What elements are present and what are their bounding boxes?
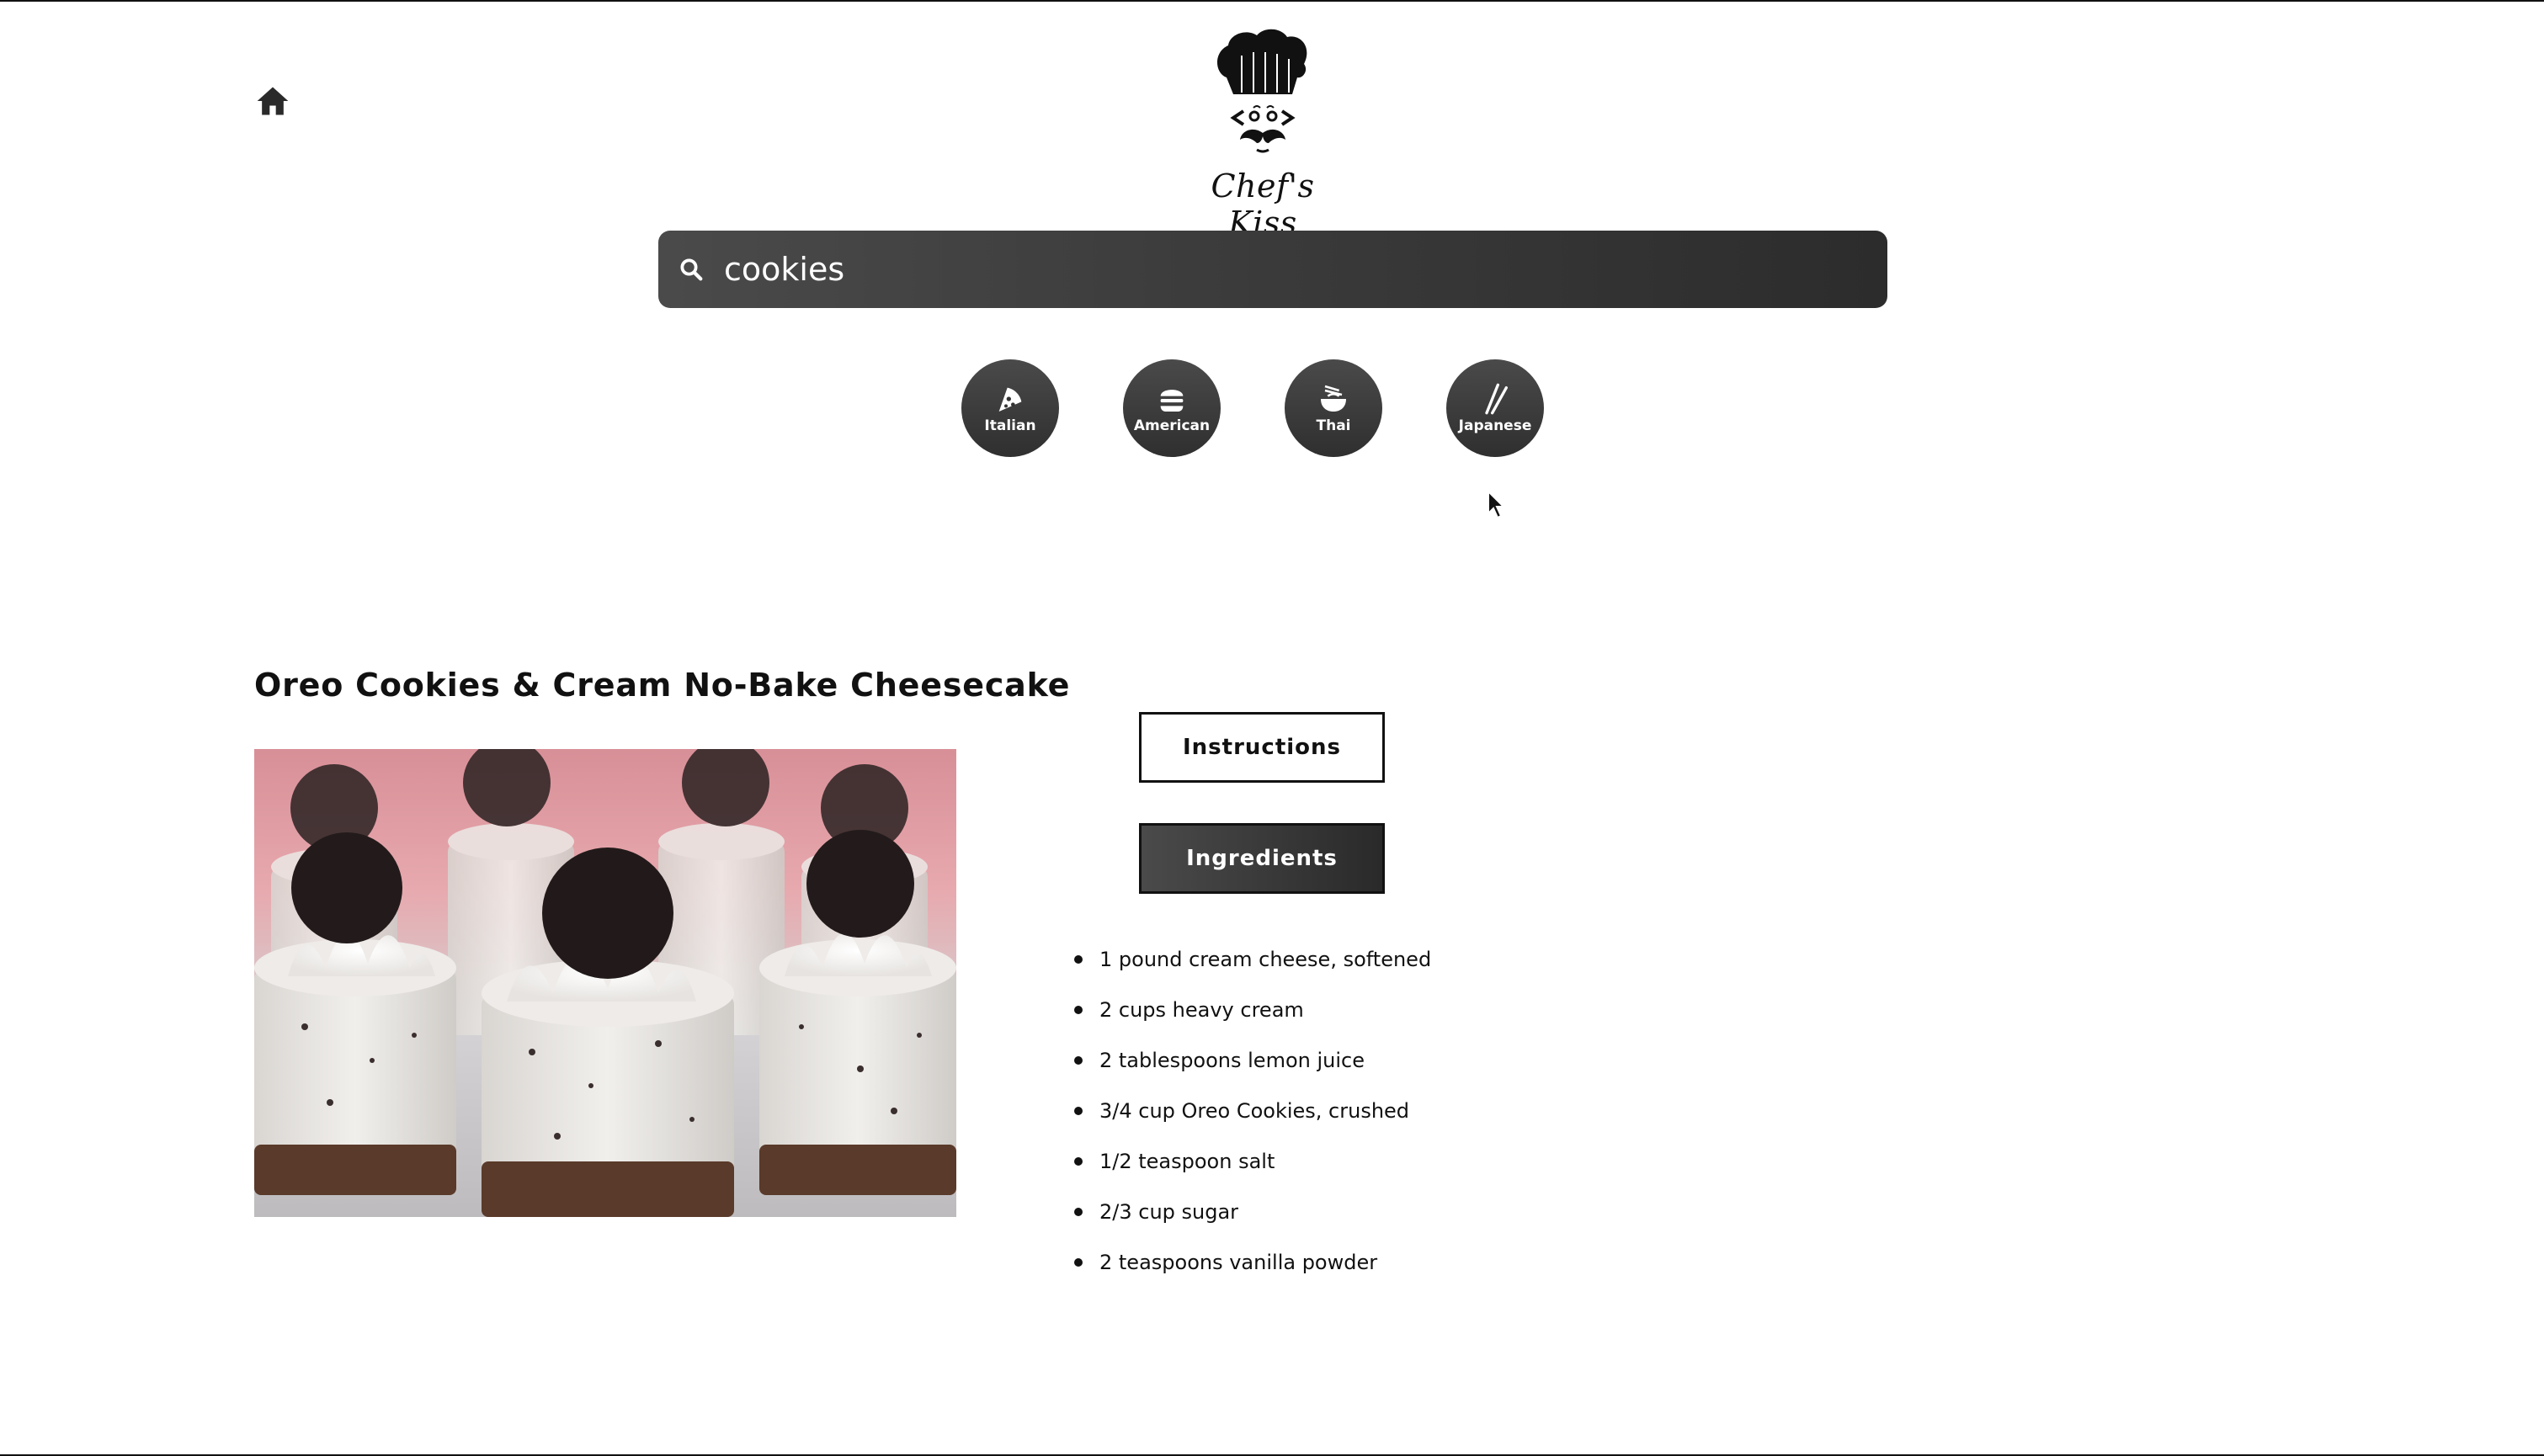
- list-item: 1 pound cream cheese, softened: [1069, 934, 1431, 985]
- noodle-bowl-icon: [1321, 385, 1346, 412]
- pizza-icon: [998, 387, 1022, 412]
- tab-ingredients[interactable]: Ingredients: [1139, 823, 1385, 894]
- burger-icon: [1160, 390, 1184, 412]
- list-item: 2 teaspoons vanilla powder: [1069, 1237, 1431, 1288]
- cuisine-japanese-button[interactable]: Japanese: [1446, 359, 1544, 457]
- cheesecake-illustration: [254, 749, 956, 1217]
- search-icon[interactable]: [679, 257, 704, 282]
- cuisine-label: Thai: [1316, 417, 1351, 434]
- chopsticks-icon: [1485, 383, 1508, 415]
- cuisine-italian-button[interactable]: Italian: [961, 359, 1059, 457]
- logo: Chef's Kiss: [1179, 27, 1347, 242]
- ingredients-list: 1 pound cream cheese, softened 2 cups he…: [1069, 934, 1431, 1288]
- list-item: 2 cups heavy cream: [1069, 985, 1431, 1035]
- recipe-image: [254, 749, 956, 1217]
- search-bar[interactable]: [658, 231, 1887, 308]
- cuisine-label: Japanese: [1458, 417, 1532, 434]
- chef-face-icon: [1217, 29, 1307, 153]
- list-item: 3/4 cup Oreo Cookies, crushed: [1069, 1086, 1431, 1136]
- cuisine-thai-button[interactable]: Thai: [1285, 359, 1382, 457]
- cuisine-label: Italian: [984, 417, 1036, 434]
- list-item: 2 tablespoons lemon juice: [1069, 1035, 1431, 1086]
- tab-instructions[interactable]: Instructions: [1139, 712, 1385, 783]
- cuisine-american-button[interactable]: American: [1123, 359, 1221, 457]
- mouse-cursor-icon: [1488, 490, 1506, 519]
- recipe-title: Oreo Cookies & Cream No-Bake Cheesecake: [254, 667, 1071, 704]
- cuisine-filter-row: Italian American Thai Japanese: [961, 359, 1544, 457]
- list-item: 2/3 cup sugar: [1069, 1187, 1431, 1237]
- cuisine-label: American: [1133, 417, 1211, 434]
- list-item: 1/2 teaspoon salt: [1069, 1136, 1431, 1187]
- home-icon[interactable]: [254, 82, 291, 120]
- search-input[interactable]: [722, 235, 1887, 304]
